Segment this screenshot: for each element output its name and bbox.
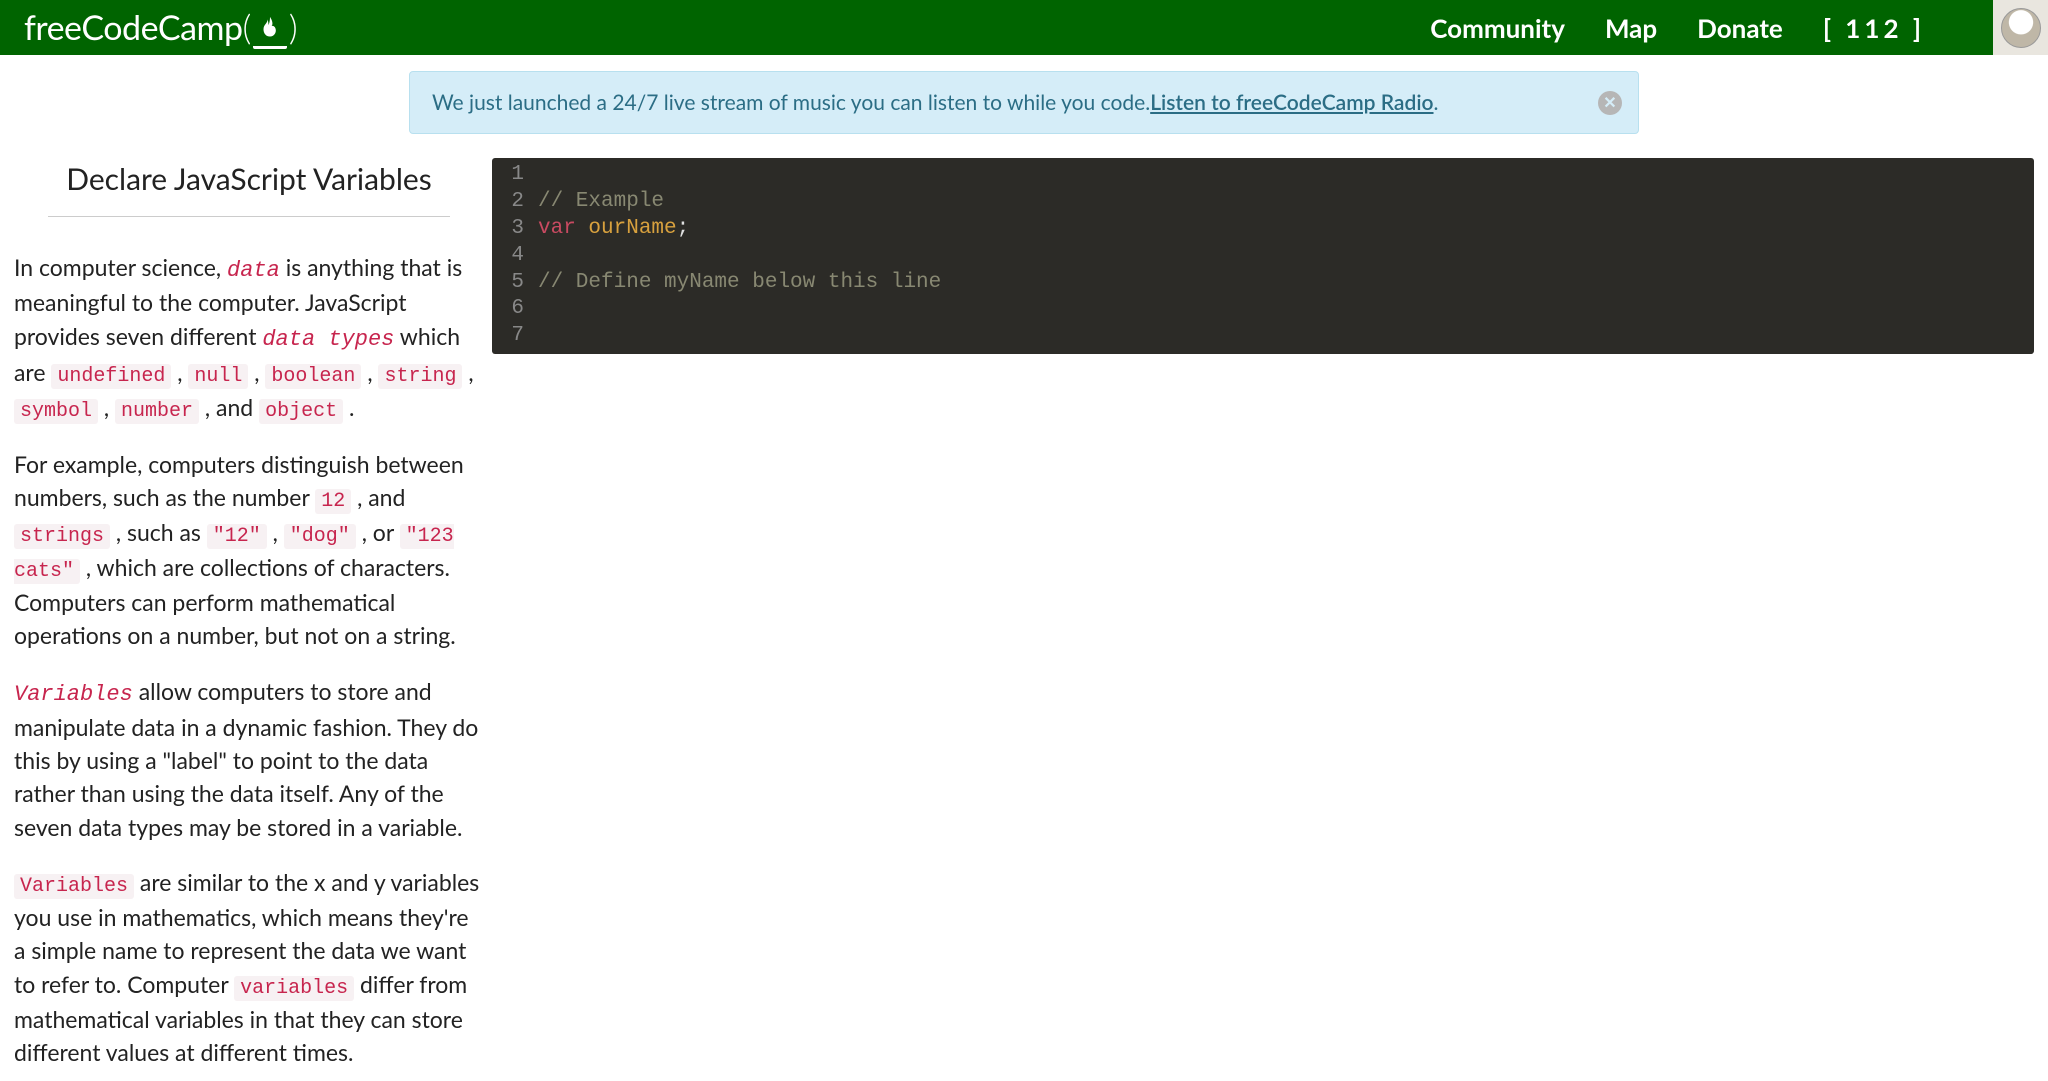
- para-1: In computer science, data is anything th…: [14, 251, 484, 426]
- instructions-pane: Declare JavaScript Variables In computer…: [0, 158, 492, 1081]
- code-content[interactable]: // Example: [538, 189, 664, 216]
- divider: [48, 216, 450, 217]
- nav-link-map[interactable]: Map: [1605, 12, 1657, 44]
- para-2: For example, computers distinguish betwe…: [14, 448, 484, 653]
- term-data: data: [227, 258, 280, 283]
- editor-pane: 12// Example3var ourName;45// Define myN…: [492, 158, 2048, 1081]
- challenge-title: Declare JavaScript Variables: [14, 158, 484, 202]
- line-number: 7: [492, 323, 538, 350]
- code-string: string: [378, 364, 462, 389]
- nav-link-community[interactable]: Community: [1430, 12, 1565, 44]
- line-number: 4: [492, 243, 538, 270]
- code-line[interactable]: 6: [492, 296, 2034, 323]
- main: Declare JavaScript Variables In computer…: [0, 158, 2048, 1081]
- avatar-container[interactable]: [1993, 0, 2048, 55]
- code-line[interactable]: 3var ourName;: [492, 216, 2034, 243]
- line-number: 3: [492, 216, 538, 243]
- avatar: [2001, 8, 2041, 48]
- code-number: number: [115, 399, 199, 424]
- line-number: 2: [492, 189, 538, 216]
- code-line[interactable]: 4: [492, 243, 2034, 270]
- announcement-alert: We just launched a 24/7 live stream of m…: [409, 71, 1639, 134]
- code-content[interactable]: // Define myName below this line: [538, 270, 941, 297]
- code-object: object: [259, 399, 343, 424]
- line-number: 6: [492, 296, 538, 323]
- navbar: freeCodeCamp ( ) Community Map Donate [ …: [0, 0, 2048, 55]
- para-3: Variables allow computers to store and m…: [14, 675, 484, 844]
- code-12-str: "12": [207, 524, 267, 549]
- code-12: 12: [315, 489, 351, 514]
- alert-link[interactable]: Listen to freeCodeCamp Radio: [1150, 90, 1433, 115]
- code-variables-lower: variables: [234, 976, 354, 1001]
- para-4: Variables are similar to the x and y var…: [14, 866, 484, 1069]
- line-number: 5: [492, 270, 538, 297]
- code-symbol: symbol: [14, 399, 98, 424]
- code-line[interactable]: 2// Example: [492, 189, 2034, 216]
- code-line[interactable]: 5// Define myName below this line: [492, 270, 2034, 297]
- nav-right: Community Map Donate [ 112 ]: [1430, 0, 2048, 55]
- code-editor[interactable]: 12// Example3var ourName;45// Define myN…: [492, 158, 2034, 354]
- close-icon[interactable]: ✕: [1598, 91, 1622, 115]
- term-data-types: data types: [262, 327, 394, 352]
- brand[interactable]: freeCodeCamp ( ): [24, 7, 297, 48]
- code-strings: strings: [14, 524, 110, 549]
- code-undefined: undefined: [51, 364, 171, 389]
- alert-trailing: .: [1434, 90, 1439, 115]
- code-dog: "dog": [284, 524, 356, 549]
- code-line[interactable]: 1: [492, 162, 2034, 189]
- fire-icon: [253, 15, 287, 49]
- line-number: 1: [492, 162, 538, 189]
- code-content[interactable]: var ourName;: [538, 216, 689, 243]
- brand-paren-close: ): [289, 7, 297, 48]
- code-line[interactable]: 7: [492, 323, 2034, 350]
- code-variables-cap: Variables: [14, 874, 134, 899]
- nav-link-donate[interactable]: Donate: [1697, 12, 1783, 44]
- code-boolean: boolean: [265, 364, 361, 389]
- brand-paren-open: (: [243, 7, 251, 48]
- term-variables: Variables: [14, 682, 133, 707]
- code-null: null: [188, 364, 248, 389]
- alert-text: We just launched a 24/7 live stream of m…: [432, 90, 1150, 115]
- brand-text: freeCodeCamp: [24, 7, 243, 48]
- points-badge[interactable]: [ 112 ]: [1823, 12, 1925, 44]
